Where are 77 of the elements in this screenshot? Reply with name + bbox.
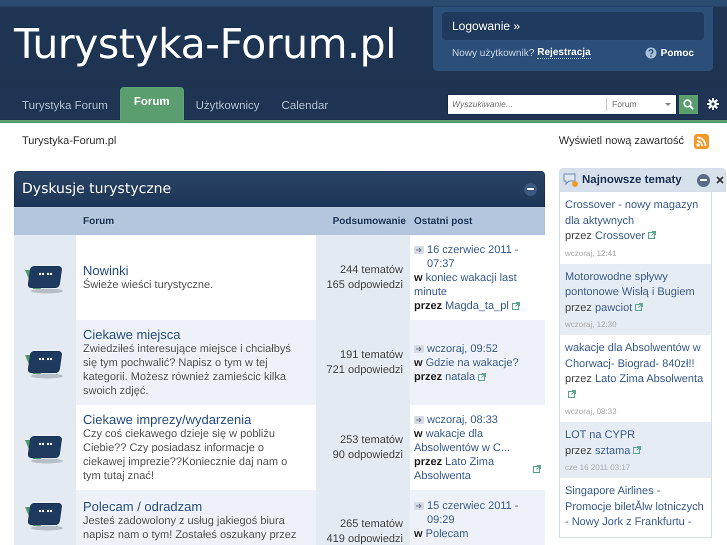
topic-count: 244 tematów [339, 262, 403, 278]
last-post-author-link[interactable]: przez Magda_ta_pl [414, 298, 509, 312]
arrow-icon[interactable] [414, 344, 424, 352]
search-field[interactable]: Wyszukiwanie... Forum [448, 94, 676, 114]
scope-dropdown[interactable]: Forum [606, 98, 676, 110]
by-label: przez [565, 230, 592, 242]
nav-tab[interactable]: Calendar [272, 92, 338, 120]
topic-item[interactable]: Motorowodne spływy pontonowe Wisłą i Bugiem przez pawciot wczoraj, 12:30 [560, 264, 711, 335]
arrow-icon[interactable] [414, 246, 424, 254]
login-link[interactable]: Logowanie » [442, 12, 704, 40]
site-logo[interactable]: Turystyka-Forum.pl [14, 20, 396, 68]
reply-count: 165 odpowiedzi [326, 278, 403, 292]
topic-link[interactable]: wakacje dla Absolwentów w Chorwacj- Biograd- 840zł!! [565, 341, 706, 372]
forum-title-link[interactable]: Ciekawe imprezy/wydarzenia [83, 412, 302, 427]
author-link[interactable]: pawciot [594, 302, 632, 314]
forum-description: Jesteś zadowolony z usług jakiegoś biura napisz nam o tym! Zostałeś oszukany przez [83, 514, 298, 542]
post-time: cze 16 2011 03:17 [565, 463, 632, 472]
last-post-date[interactable]: 15 czerwiec 2011 - 09:29 [427, 499, 541, 527]
arrow-icon[interactable] [414, 502, 424, 510]
last-post-date[interactable]: wczoraj, 08:33 [427, 412, 498, 426]
forum-description: Zwiedziłeś interesujące miejsce i chciałbyś się tym pochwalić? Napisz o tym w tej kategorii. Możesz również zamieścic kilka swoich zdjęć. [83, 342, 292, 398]
author-link[interactable]: sztama [594, 444, 630, 456]
help-link[interactable]: Pomoc [644, 47, 694, 59]
column-header: Podsumowanie [332, 216, 407, 226]
arrow-icon[interactable] [414, 416, 424, 424]
last-post-topic-link[interactable]: w Polecam [414, 527, 541, 541]
topic-count: 265 tematów [339, 517, 403, 532]
new-content-link[interactable]: Wyświetl nową zawartość [558, 135, 684, 147]
reply-count: 721 odpowiedzi [326, 362, 403, 378]
chat-bubble-icon [563, 172, 579, 188]
search-icon [683, 98, 694, 110]
external-link-icon[interactable] [533, 464, 541, 472]
topic-count: 191 tematów [339, 348, 403, 362]
forum-description: Świeże wieści turystyczne. [83, 278, 214, 292]
last-post-topic-link[interactable]: w koniec wakacji last minute [414, 270, 541, 298]
forum-description: Czy coś ciekawego dzieje się w pobliżu Ciebie?? Czy posiadasz informacje o ciekawej imprezie??Koniecznie daj nam o tym tutaj znać! [83, 427, 288, 483]
post-time: wczoraj, 12:41 [565, 248, 618, 258]
widget-title: Najnowsze tematy [582, 174, 682, 186]
forum-title-link[interactable]: Ciekawe miejsca [83, 327, 302, 342]
column-header: Ostatni post [413, 216, 474, 226]
author-link[interactable]: Crossover [594, 230, 646, 242]
nav-tab[interactable]: Turystyka Forum [12, 92, 118, 120]
new-user-label: Nowy użytkownik? [452, 48, 534, 58]
forum-title-link[interactable]: Nowinki [83, 263, 302, 278]
search-button[interactable] [679, 94, 698, 114]
topic-count: 253 tematów [339, 432, 403, 448]
by-label: przez [565, 302, 592, 314]
nav-tab[interactable]: Użytkownicy [186, 92, 270, 120]
topic-link[interactable]: Crossover - nowy magazyn dla aktywnych [565, 198, 706, 229]
breadcrumb-link[interactable]: Turystyka-Forum.pl [22, 135, 116, 147]
collapse-icon[interactable] [524, 182, 537, 196]
last-post-topic-link[interactable]: w Gdzie na wakacje? [414, 356, 541, 370]
topic-link[interactable]: Singapore Airlines - Promocje biletĂlw lotniczych - Nowy Jork z Frankfurtu - [565, 484, 706, 530]
post-time: wczoraj, 12:30 [565, 320, 618, 329]
external-link-icon[interactable] [512, 302, 520, 310]
by-label: przez [565, 373, 592, 385]
minimize-icon[interactable] [697, 174, 710, 186]
reply-count: 90 odpowiedzi [332, 448, 403, 462]
last-post-author-link[interactable]: przez natala [414, 370, 476, 384]
external-link-icon[interactable] [478, 372, 486, 380]
last-post-date[interactable]: wczoraj, 09:52 [427, 342, 498, 356]
settings-icon[interactable] [707, 98, 719, 110]
author-link[interactable]: Lato Zima Absolwenta [594, 373, 704, 385]
forum-title-link[interactable]: Polecam / odradzam [83, 499, 302, 514]
post-time: wczoraj, 08:33 [565, 407, 618, 416]
register-link[interactable]: Rejestracja [537, 47, 591, 59]
help-icon [644, 47, 657, 59]
last-post-topic-link[interactable]: w wakacje dla Absolwentów w C... [414, 426, 541, 454]
category-title: Dyskusje turystyczne [22, 181, 172, 197]
topic-item[interactable]: LOT na CYPR przez sztama cze 16 2011 03:17 [560, 422, 711, 478]
column-header: Forum [82, 216, 116, 226]
rss-icon[interactable] [694, 134, 709, 148]
reply-count: 419 odpowiedzi [326, 532, 403, 545]
close-icon[interactable] [716, 176, 724, 184]
last-post-author-link[interactable]: przez Lato Zima Absolwenta [414, 454, 530, 482]
topic-link[interactable]: LOT na CYPR [565, 428, 706, 444]
by-label: przez [565, 444, 592, 456]
